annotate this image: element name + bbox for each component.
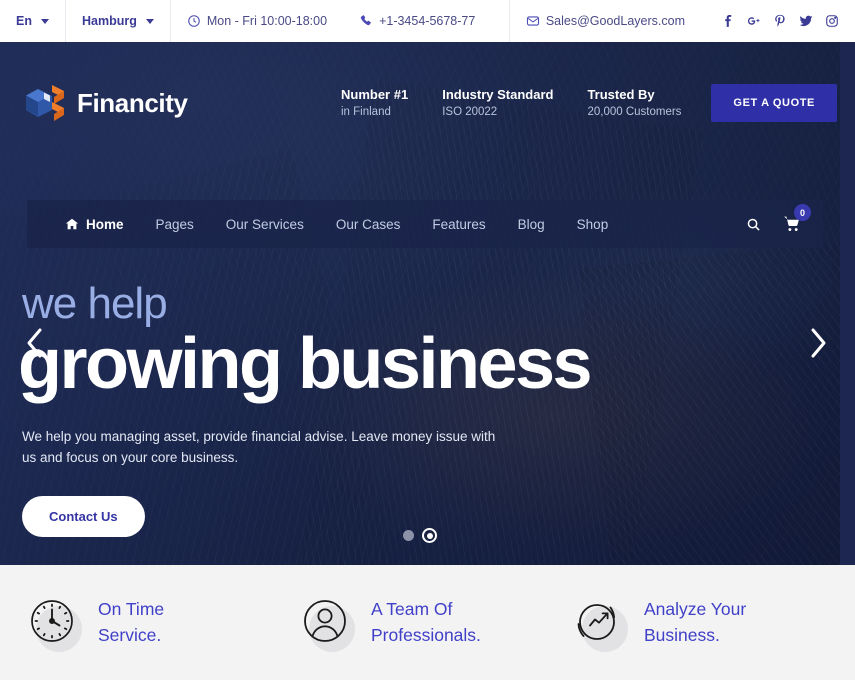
header-facts: Number #1 in Finland Industry Standard I… bbox=[341, 85, 711, 122]
get-a-quote-button[interactable]: GET A QUOTE bbox=[711, 84, 837, 122]
fact-item: Industry Standard ISO 20022 bbox=[442, 85, 553, 122]
fact-subtitle: in Finland bbox=[341, 106, 391, 119]
search-icon[interactable] bbox=[746, 217, 761, 232]
phone-icon bbox=[359, 14, 373, 28]
pinterest-icon[interactable] bbox=[767, 8, 793, 34]
hero-title: growing business bbox=[18, 324, 593, 404]
nav-item-home[interactable]: Home bbox=[49, 217, 140, 232]
city-label: Hamburg bbox=[81, 14, 137, 28]
logo-text: Financity bbox=[77, 87, 188, 118]
service-line-1: On Time bbox=[98, 599, 165, 620]
hero-description: We help you managing asset, provide fina… bbox=[22, 429, 496, 466]
fact-item: Trusted By 20,000 Customers bbox=[587, 85, 681, 122]
nav-item-our-services[interactable]: Our Services bbox=[210, 217, 320, 232]
nav-item-pages[interactable]: Pages bbox=[140, 217, 210, 232]
nav-item-shop[interactable]: Shop bbox=[561, 217, 625, 232]
language-label: En bbox=[16, 14, 32, 28]
nav-item-our-cases[interactable]: Our Cases bbox=[320, 217, 417, 232]
social-links bbox=[701, 8, 855, 34]
envelope-icon bbox=[526, 14, 540, 28]
nav-item-label: Features bbox=[432, 216, 486, 232]
brand-row: Financity Number #1 in Finland Industry … bbox=[0, 42, 855, 164]
slider-dot-active[interactable] bbox=[422, 528, 437, 543]
top-bar: En Hamburg Mon - Fri 10:00-18:00 +1-3454… bbox=[0, 0, 855, 42]
fact-subtitle: 20,000 Customers bbox=[587, 106, 682, 119]
chevron-down-icon bbox=[40, 18, 49, 24]
fact-title: Trusted By bbox=[587, 86, 655, 102]
nav-item-blog[interactable]: Blog bbox=[502, 217, 561, 232]
service-item-analyze-your-business[interactable]: Analyze Your Business. bbox=[564, 597, 837, 652]
fact-title: Industry Standard bbox=[442, 86, 554, 102]
nav-item-label: Shop bbox=[576, 216, 609, 232]
nav-item-label: Blog bbox=[517, 216, 545, 232]
fact-subtitle: ISO 20022 bbox=[442, 106, 498, 119]
growth-chart-icon bbox=[574, 597, 628, 652]
google-plus-icon[interactable] bbox=[741, 8, 767, 34]
service-line-1: A Team Of bbox=[371, 599, 453, 620]
service-item-on-time-service[interactable]: On Time Service. bbox=[18, 597, 291, 652]
site-logo[interactable]: Financity bbox=[24, 82, 188, 124]
nav-links: Home Pages Our Services Our Cases Featur… bbox=[49, 217, 624, 232]
service-line-2: Professionals. bbox=[371, 624, 481, 645]
nav-item-label: Our Cases bbox=[335, 216, 401, 232]
financity-cube-icon bbox=[24, 82, 66, 124]
email-address[interactable]: Sales@GoodLayers.com bbox=[508, 0, 701, 42]
nav-tools: 0 bbox=[746, 204, 811, 233]
opening-hours: Mon - Fri 10:00-18:00 bbox=[171, 0, 343, 42]
clock-icon bbox=[28, 597, 82, 652]
instagram-icon[interactable] bbox=[819, 8, 845, 34]
phone-text: +1-3454-5678-77 bbox=[379, 14, 476, 28]
service-item-team-of-professionals[interactable]: A Team Of Professionals. bbox=[291, 597, 564, 652]
hero-pretitle: we help bbox=[22, 279, 168, 328]
nav-item-features[interactable]: Features bbox=[416, 217, 501, 232]
nav-item-label: Our Services bbox=[225, 216, 304, 232]
service-line-2: Service. bbox=[98, 624, 162, 645]
service-line-2: Business. bbox=[644, 624, 720, 645]
slider-next-arrow[interactable] bbox=[805, 326, 831, 360]
main-navigation: Home Pages Our Services Our Cases Featur… bbox=[27, 200, 823, 248]
email-text: Sales@GoodLayers.com bbox=[545, 14, 685, 28]
hero-slider: Financity Number #1 in Finland Industry … bbox=[0, 42, 855, 565]
slider-dot[interactable] bbox=[403, 530, 414, 541]
user-profile-icon bbox=[301, 597, 355, 652]
chevron-down-icon bbox=[145, 18, 154, 24]
city-selector[interactable]: Hamburg bbox=[66, 0, 171, 42]
service-line-1: Analyze Your bbox=[644, 599, 747, 620]
phone-number[interactable]: +1-3454-5678-77 bbox=[343, 0, 491, 42]
cart-count-badge: 0 bbox=[794, 204, 811, 221]
slider-pagination bbox=[0, 528, 840, 543]
nav-item-label: Home bbox=[86, 216, 124, 232]
opening-hours-text: Mon - Fri 10:00-18:00 bbox=[206, 14, 328, 28]
service-label: Analyze Your Business. bbox=[644, 597, 746, 648]
service-label: On Time Service. bbox=[98, 597, 164, 648]
clock-icon bbox=[187, 14, 201, 28]
home-icon bbox=[65, 217, 79, 231]
fact-title: Number #1 bbox=[341, 86, 409, 102]
service-label: A Team Of Professionals. bbox=[371, 597, 481, 648]
language-selector[interactable]: En bbox=[0, 0, 66, 42]
services-strip: On Time Service. A Team Of Professionals… bbox=[0, 565, 855, 680]
shopping-cart-icon[interactable]: 0 bbox=[783, 204, 811, 233]
fact-item: Number #1 in Finland bbox=[341, 85, 408, 122]
twitter-icon[interactable] bbox=[793, 8, 819, 34]
hero-slide-content: we help growing business We help you man… bbox=[18, 279, 812, 538]
slider-prev-arrow[interactable] bbox=[22, 326, 48, 360]
facebook-icon[interactable] bbox=[715, 8, 741, 34]
nav-item-label: Pages bbox=[155, 216, 194, 232]
